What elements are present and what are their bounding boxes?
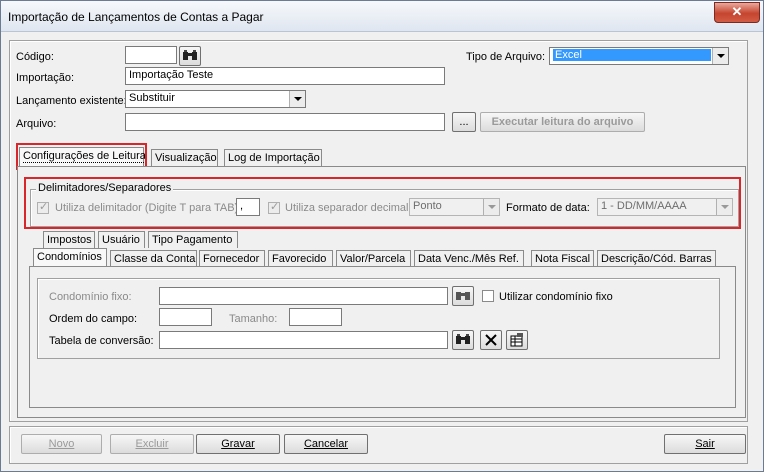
tab-fornecedor[interactable]: Fornecedor — [199, 250, 265, 267]
utilizar-condominio-fixo-checkbox[interactable] — [482, 290, 494, 302]
lancamento-select[interactable]: Substituir — [125, 90, 306, 108]
table-edit-icon — [510, 333, 523, 347]
chevron-down-icon — [712, 48, 728, 64]
ordem-campo-field[interactable] — [159, 308, 212, 326]
executar-leitura-button[interactable]: Executar leitura do arquivo — [480, 112, 645, 132]
title-bar: Importação de Lançamentos de Contas a Pa… — [1, 1, 763, 32]
cancelar-button[interactable]: Cancelar — [284, 434, 368, 454]
close-button[interactable]: ✕ — [714, 2, 760, 23]
clear-tabela-button[interactable] — [480, 330, 502, 350]
lancamento-value: Substituir — [129, 92, 175, 104]
tabela-conversao-label: Tabela de conversão: — [49, 335, 154, 347]
tamanho-label: Tamanho: — [229, 313, 278, 325]
search-tabela-button[interactable] — [452, 330, 474, 350]
chevron-down-icon — [289, 91, 305, 107]
novo-button[interactable]: Novo — [21, 434, 102, 454]
binoculars-icon — [183, 50, 197, 60]
sair-button[interactable]: Sair — [664, 434, 746, 454]
importacao-field[interactable]: Importação Teste — [125, 67, 445, 85]
tab-descricao-cod-barras[interactable]: Descrição/Cód. Barras — [597, 250, 716, 267]
browse-button[interactable]: ... — [452, 112, 476, 132]
ordem-campo-label: Ordem do campo: — [49, 313, 138, 325]
tab-usuario[interactable]: Usuário — [98, 231, 145, 248]
arquivo-label: Arquivo: — [16, 118, 57, 130]
highlight-delimitadores — [24, 177, 741, 229]
condominio-fixo-label: Condomínio fixo: — [49, 291, 132, 303]
tab-data-venc[interactable]: Data Venc./Mês Ref. — [414, 250, 524, 267]
tab-impostos[interactable]: Impostos — [43, 231, 95, 248]
tabela-conversao-field[interactable] — [159, 331, 448, 349]
utilizar-condominio-fixo-label: Utilizar condomínio fixo — [499, 291, 613, 303]
edit-tabela-button[interactable] — [506, 330, 528, 350]
tab-visualizacao[interactable]: Visualização — [151, 149, 218, 166]
tamanho-field[interactable] — [289, 308, 342, 326]
condominio-fixo-field[interactable] — [159, 287, 448, 305]
arquivo-field[interactable] — [125, 113, 445, 131]
gravar-button[interactable]: Gravar — [196, 434, 280, 454]
tipo-arquivo-select[interactable]: Excel — [549, 47, 729, 65]
search-condominio-button[interactable] — [452, 286, 474, 306]
codigo-label: Código: — [16, 51, 54, 63]
tab-nota-fiscal[interactable]: Nota Fiscal — [531, 250, 594, 267]
window-title: Importação de Lançamentos de Contas a Pa… — [8, 10, 264, 24]
binoculars-icon — [456, 292, 470, 300]
tipo-arquivo-value: Excel — [553, 49, 711, 61]
codigo-field[interactable] — [125, 46, 177, 64]
importacao-label: Importação: — [16, 72, 75, 84]
tab-valor-parcela[interactable]: Valor/Parcela — [336, 250, 411, 267]
tab-favorecido[interactable]: Favorecido — [268, 250, 333, 267]
close-icon — [485, 334, 497, 346]
tipo-arquivo-label: Tipo de Arquivo: — [466, 51, 546, 63]
binoculars-icon — [456, 334, 470, 344]
tab-tipo-pagamento[interactable]: Tipo Pagamento — [148, 231, 238, 248]
tab-condominios[interactable]: Condomínios — [33, 248, 107, 267]
search-codigo-button[interactable] — [179, 46, 201, 66]
lancamento-label: Lançamento existente: — [16, 95, 127, 107]
tab-classe-conta[interactable]: Classe da Conta — [110, 250, 197, 267]
excluir-button[interactable]: Excluir — [110, 434, 194, 454]
tab-log-importacao[interactable]: Log de Importação — [224, 149, 322, 166]
